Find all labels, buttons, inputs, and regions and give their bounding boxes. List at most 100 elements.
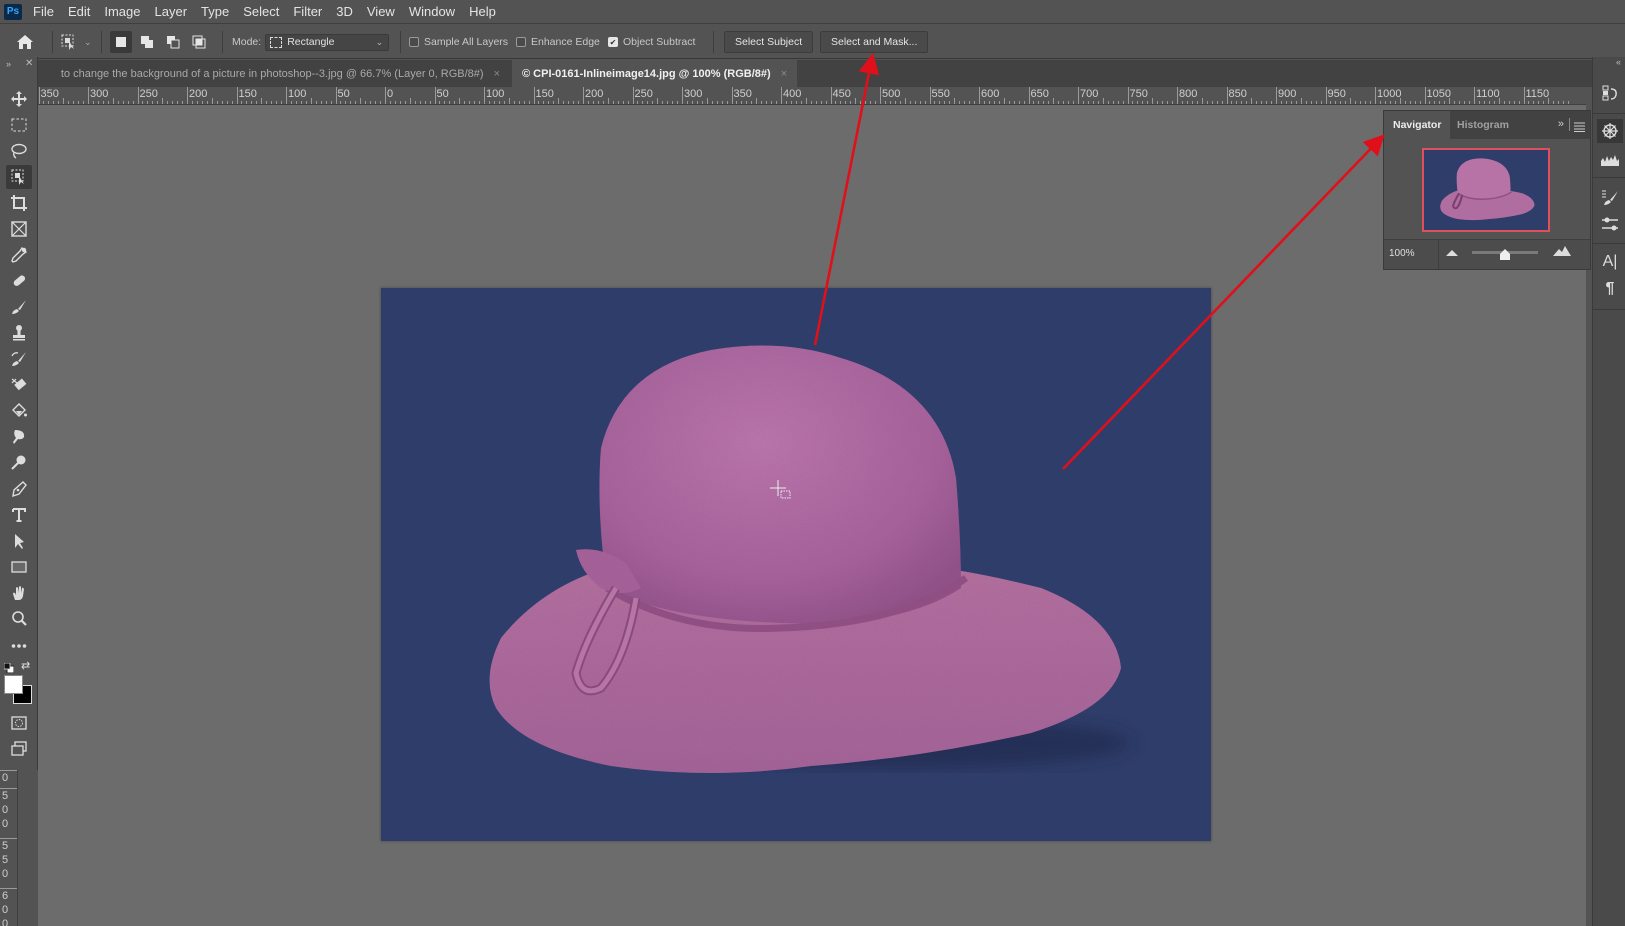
- ruler-minor-tick: [360, 98, 362, 104]
- zoom-tool[interactable]: [6, 607, 32, 631]
- zoom-out-icon[interactable]: [1446, 250, 1458, 256]
- ruler-minor-tick: [1389, 101, 1391, 104]
- paint-bucket-tool[interactable]: [6, 399, 32, 423]
- ruler-label: 0: [2, 772, 9, 784]
- ruler-minor-tick: [1538, 101, 1540, 104]
- smudge-tool[interactable]: [6, 425, 32, 449]
- close-tab-icon[interactable]: ×: [781, 68, 787, 80]
- ruler-label: 200: [585, 88, 604, 100]
- menu-file[interactable]: File: [32, 2, 55, 21]
- clone-stamp-tool[interactable]: [6, 321, 32, 345]
- move-tool[interactable]: [6, 87, 32, 111]
- object-selection-tool[interactable]: [6, 165, 32, 189]
- panel-menu-icon[interactable]: [1574, 119, 1585, 137]
- enhance-edge-checkbox[interactable]: Enhance Edge: [516, 25, 600, 59]
- menu-filter[interactable]: Filter: [292, 2, 323, 21]
- ruler-major-tick: [830, 87, 832, 104]
- ruler-minor-tick: [909, 101, 911, 104]
- ruler-minor-tick: [340, 101, 342, 104]
- menu-edit[interactable]: Edit: [67, 2, 91, 21]
- menu-image[interactable]: Image: [103, 2, 141, 21]
- ruler-minor-tick: [300, 101, 302, 104]
- ruler-minor-tick: [1142, 101, 1144, 104]
- menu-select[interactable]: Select: [242, 2, 280, 21]
- ruler-minor-tick: [152, 101, 154, 104]
- subtract-from-selection-button[interactable]: [162, 31, 184, 53]
- ruler-minor-tick: [1167, 101, 1169, 104]
- history-brush-tool[interactable]: [6, 347, 32, 371]
- document-tab-inactive[interactable]: to change the background of a picture in…: [38, 60, 510, 87]
- home-button[interactable]: [16, 25, 34, 59]
- intersect-selection-button[interactable]: [188, 31, 210, 53]
- close-panel-icon[interactable]: ✕: [25, 58, 33, 69]
- rectangular-marquee-tool[interactable]: [6, 113, 32, 137]
- ruler-minor-tick: [686, 101, 688, 104]
- ruler-minor-tick: [182, 101, 184, 104]
- crop-tool[interactable]: [6, 191, 32, 215]
- menu-type[interactable]: Type: [200, 2, 230, 21]
- expand-panel-icon[interactable]: »: [6, 59, 11, 69]
- path-selection-tool[interactable]: [6, 529, 32, 553]
- zoom-in-icon[interactable]: [1553, 246, 1571, 256]
- ruler-minor-tick: [592, 101, 594, 104]
- histogram-panel-button[interactable]: [1597, 147, 1623, 171]
- eyedropper-tool[interactable]: [6, 243, 32, 267]
- ruler-minor-tick: [642, 101, 644, 104]
- edit-toolbar-button[interactable]: [6, 634, 32, 658]
- paragraph-panel-button[interactable]: ¶: [1597, 277, 1623, 301]
- navigator-thumbnail[interactable]: [1422, 148, 1550, 232]
- adjustments-panel-button[interactable]: [1597, 212, 1623, 236]
- eraser-tool[interactable]: [6, 373, 32, 397]
- zoom-level[interactable]: 100%: [1389, 248, 1415, 259]
- ruler-minor-tick: [563, 101, 565, 104]
- ruler-minor-tick: [810, 101, 812, 104]
- ruler-minor-tick: [1345, 101, 1347, 104]
- frame-tool[interactable]: [6, 217, 32, 241]
- ruler-minor-tick: [795, 101, 797, 104]
- select-subject-button[interactable]: Select Subject: [724, 31, 814, 53]
- ruler-minor-tick: [1478, 101, 1480, 104]
- menu-layer[interactable]: Layer: [154, 2, 189, 21]
- zoom-slider-handle[interactable]: [1500, 249, 1510, 260]
- pen-tool[interactable]: [6, 477, 32, 501]
- rectangle-tool[interactable]: [6, 555, 32, 579]
- ruler-minor-tick: [741, 101, 743, 104]
- brush-settings-panel-button[interactable]: [1597, 185, 1623, 209]
- swap-colors-icon[interactable]: ⇄: [21, 659, 30, 672]
- brush-tool[interactable]: [6, 295, 32, 319]
- ruler-minor-tick: [1216, 101, 1218, 104]
- foreground-color-swatch[interactable]: [4, 675, 23, 694]
- add-to-selection-button[interactable]: [136, 31, 158, 53]
- ruler-minor-tick: [1181, 101, 1183, 104]
- type-tool[interactable]: [6, 503, 32, 527]
- ruler-major-tick: [1276, 87, 1277, 104]
- document-canvas[interactable]: [381, 288, 1211, 841]
- history-panel-button[interactable]: [1597, 81, 1623, 105]
- tab-navigator[interactable]: Navigator: [1384, 111, 1451, 139]
- menu-help[interactable]: Help: [468, 2, 497, 21]
- screen-mode-button[interactable]: [6, 737, 32, 761]
- select-and-mask-button[interactable]: Select and Mask...: [820, 31, 929, 53]
- character-panel-button[interactable]: A|: [1597, 250, 1623, 274]
- lasso-tool[interactable]: [6, 139, 32, 163]
- ruler-minor-tick: [1340, 101, 1342, 104]
- menu-window[interactable]: Window: [408, 2, 456, 21]
- document-tab-active[interactable]: © CPI-0161-Inlineimage14.jpg @ 100% (RGB…: [512, 60, 798, 87]
- menu-3d[interactable]: 3D: [335, 2, 354, 21]
- spot-healing-brush-tool[interactable]: [6, 269, 32, 293]
- collapse-panel-icon[interactable]: »: [1558, 118, 1564, 130]
- ruler-label: 5: [2, 790, 9, 802]
- close-tab-icon[interactable]: ×: [494, 68, 500, 80]
- sample-all-layers-checkbox[interactable]: Sample All Layers: [409, 25, 508, 59]
- tab-histogram[interactable]: Histogram: [1448, 111, 1518, 139]
- hand-tool[interactable]: [6, 581, 32, 605]
- expand-dock-icon[interactable]: «: [1616, 57, 1621, 67]
- quick-mask-button[interactable]: [6, 711, 32, 735]
- mode-select[interactable]: Rectangle ⌄: [265, 33, 390, 51]
- dodge-tool[interactable]: [6, 451, 32, 475]
- new-selection-button[interactable]: [110, 31, 132, 53]
- object-subtract-checkbox[interactable]: ✔ Object Subtract: [608, 25, 695, 59]
- tool-preset-picker[interactable]: ⌄: [60, 25, 92, 59]
- navigator-panel-button[interactable]: [1597, 119, 1623, 143]
- menu-view[interactable]: View: [366, 2, 396, 21]
